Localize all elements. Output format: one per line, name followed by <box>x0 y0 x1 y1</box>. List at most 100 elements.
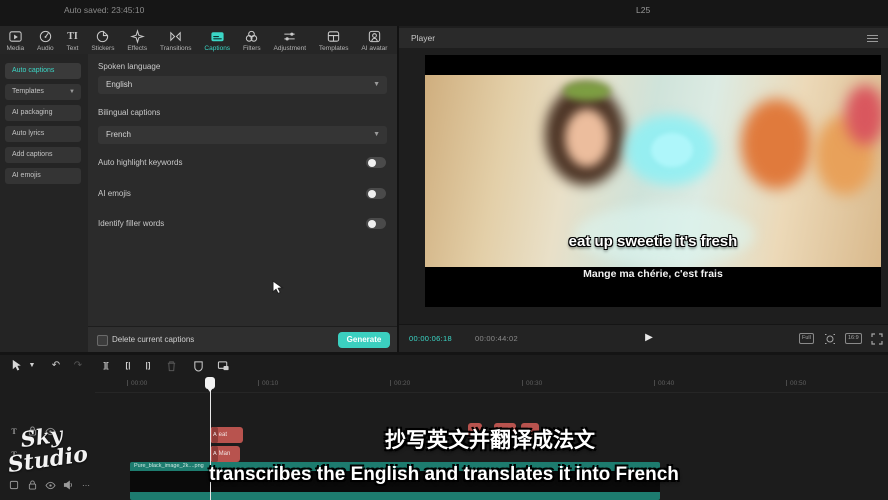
capcut-app-window: Auto saved: 23:45:10 L25 Media Audio TI … <box>0 0 888 500</box>
toolbar-templates[interactable]: Templates <box>319 27 349 52</box>
captions-panel-footer: Delete current captions Generate <box>88 326 397 352</box>
sidebar-item-label: AI emojis <box>12 172 41 179</box>
ruler-tick: 00:00 <box>127 380 147 387</box>
sidebar-item-auto-lyrics[interactable]: Auto lyrics <box>5 126 81 142</box>
delete-icon[interactable] <box>163 358 179 373</box>
templates-icon <box>326 29 341 44</box>
toolbar-label: Effects <box>127 45 147 52</box>
playhead-handle[interactable] <box>205 377 215 389</box>
spoken-language-select[interactable]: English ▼ <box>98 76 387 94</box>
video-scene-flowers-red <box>845 85 881 145</box>
toolbar-label: Audio <box>37 45 54 52</box>
toolbar-label: Captions <box>204 45 230 52</box>
select-tool-chevron-icon[interactable]: ▼ <box>24 358 40 373</box>
full-quality-badge[interactable]: Full <box>799 333 814 344</box>
identify-filler-words-toggle[interactable] <box>366 218 386 229</box>
video-caption-french: Mange ma chérie, c'est frais <box>425 268 881 280</box>
toolbar-label: Templates <box>319 45 349 52</box>
ai-avatar-icon <box>367 29 382 44</box>
toolbar-audio[interactable]: Audio <box>37 27 54 52</box>
sidebar-item-label: AI packaging <box>12 109 52 116</box>
toolbar-filters[interactable]: Filters <box>243 27 261 52</box>
spoken-language-value: English <box>106 80 132 89</box>
captions-icon <box>210 29 225 44</box>
select-tool-icon[interactable] <box>8 358 24 373</box>
chevron-down-icon: ▼ <box>373 76 380 94</box>
toolbar-adjustment[interactable]: Adjustment <box>274 27 307 52</box>
toggle-knob <box>368 159 376 167</box>
player-menu-icon[interactable] <box>867 35 878 43</box>
video-preview: eat up sweetie it's fresh Mange ma chéri… <box>425 55 881 307</box>
video-scene-butterfly <box>651 133 693 167</box>
ruler-tick: 00:20 <box>390 380 410 387</box>
toolbar-label: Filters <box>243 45 261 52</box>
ruler-tick: 00:30 <box>522 380 542 387</box>
video-scene-face <box>565 109 609 167</box>
text-icon: TI <box>67 29 78 44</box>
toolbar-text[interactable]: TI Text <box>67 27 79 52</box>
sidebar-item-label: Add captions <box>12 151 52 158</box>
bilingual-captions-select[interactable]: French ▼ <box>98 126 387 144</box>
delete-right-icon[interactable]: |] <box>140 358 156 373</box>
captions-sidebar: Auto captions Templates ▼ AI packaging Au… <box>0 54 88 352</box>
preview-zoom-icon[interactable] <box>824 332 836 350</box>
toolbar-effects[interactable]: Effects <box>127 27 147 52</box>
auto-captions-panel: Spoken language English ▼ Bilingual capt… <box>88 54 397 326</box>
toolbar-label: Media <box>6 45 24 52</box>
bilingual-captions-value: French <box>106 130 131 139</box>
audio-icon <box>38 29 53 44</box>
play-button[interactable]: ▶ <box>642 331 656 345</box>
burned-subtitle-english: transcribes the English and translates i… <box>0 464 888 486</box>
toolbar-stickers[interactable]: Stickers <box>91 27 114 52</box>
spoken-language-label: Spoken language <box>98 62 160 71</box>
duration-timecode: 00:00:44:02 <box>475 334 518 343</box>
split-icon[interactable]: ][ <box>98 358 114 373</box>
sidebar-item-ai-packaging[interactable]: AI packaging <box>5 105 81 121</box>
sidebar-item-label: Templates <box>12 88 44 95</box>
sidebar-item-label: Auto captions <box>12 67 54 74</box>
ai-emojis-label: AI emojis <box>98 189 131 198</box>
toolbar-captions[interactable]: Captions <box>204 27 230 52</box>
generate-button[interactable]: Generate <box>338 332 390 348</box>
effects-icon <box>130 29 145 44</box>
toolbar-label: Adjustment <box>274 45 307 52</box>
overlay-track-icon[interactable] <box>215 358 231 373</box>
bilingual-captions-label: Bilingual captions <box>98 108 160 117</box>
mouse-cursor <box>272 280 285 300</box>
toggle-knob <box>368 190 376 198</box>
toolbar-transitions[interactable]: Transitions <box>160 27 192 52</box>
adjustment-icon <box>282 29 297 44</box>
autosave-status: Auto saved: 23:45:10 <box>64 5 144 15</box>
chevron-down-icon: ▼ <box>373 126 380 144</box>
sidebar-item-auto-captions[interactable]: Auto captions <box>5 63 81 79</box>
toolbar-media[interactable]: Media <box>6 27 24 52</box>
auto-highlight-keywords-toggle[interactable] <box>366 157 386 168</box>
sidebar-item-templates[interactable]: Templates ▼ <box>5 84 81 100</box>
toolbar-label: Stickers <box>91 45 114 52</box>
sidebar-item-add-captions[interactable]: Add captions <box>5 147 81 163</box>
video-scene-flowers-orange <box>741 99 811 189</box>
timeline-toolbar: ▼ ↶ ↷ ][ [| |] <box>0 355 888 376</box>
ai-emojis-toggle[interactable] <box>366 188 386 199</box>
player-panel: Player eat up sweetie it's fresh Mange m… <box>399 26 888 352</box>
mask-icon[interactable] <box>190 358 206 373</box>
delete-current-captions-checkbox[interactable] <box>97 335 108 346</box>
delete-left-icon[interactable]: [| <box>120 358 136 373</box>
toolbar-label: Transitions <box>160 45 192 52</box>
identify-filler-words-label: Identify filler words <box>98 219 164 228</box>
sidebar-item-ai-emojis[interactable]: AI emojis <box>5 168 81 184</box>
ruler-tick: 00:40 <box>654 380 674 387</box>
delete-current-captions-label: Delete current captions <box>112 335 194 344</box>
aspect-ratio-badge[interactable]: 16:9 <box>845 333 862 344</box>
undo-icon[interactable]: ↶ <box>48 358 64 373</box>
redo-icon[interactable]: ↷ <box>70 358 86 373</box>
media-icon <box>8 29 23 44</box>
media-toolbar: Media Audio TI Text Stickers Effects Tra… <box>0 27 394 57</box>
toolbar-ai-avatar[interactable]: AI avatar <box>361 27 387 52</box>
chevron-down-icon: ▼ <box>69 84 75 100</box>
fullscreen-icon[interactable] <box>871 332 883 350</box>
toggle-knob <box>368 220 376 228</box>
toolbar-label: AI avatar <box>361 45 387 52</box>
player-controls: 00:00:06:18 00:00:44:02 ▶ Full 16:9 <box>399 324 888 352</box>
ruler-tick: 00:50 <box>786 380 806 387</box>
